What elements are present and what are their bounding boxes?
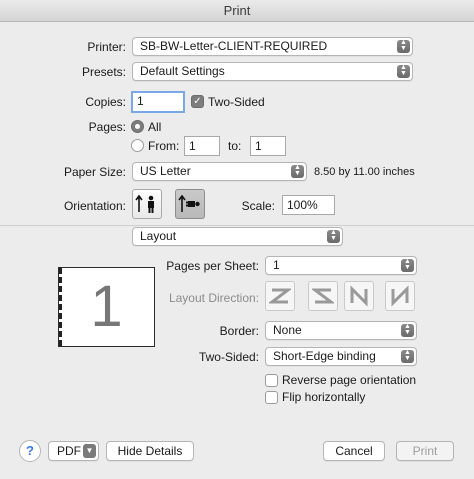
pages-label: Pages: — [88, 120, 126, 134]
presets-value: Default Settings — [140, 64, 225, 78]
popup-arrows-icon: ▲ ▼ — [397, 39, 410, 53]
pages-to-label: to: — [228, 139, 242, 153]
portrait-icon — [135, 194, 154, 213]
landscape-button[interactable] — [175, 189, 205, 219]
pages-per-sheet-label: Pages per Sheet: — [166, 259, 259, 273]
portrait-button[interactable] — [132, 189, 162, 219]
direction-n-button — [344, 281, 374, 311]
flip-horizontally-checkbox[interactable] — [265, 391, 278, 404]
direction-reverse-n-button — [385, 281, 415, 311]
section-select[interactable]: Layout ▲ ▼ — [132, 227, 343, 246]
pages-to-field[interactable]: 1 — [250, 136, 286, 156]
n-direction-icon — [350, 285, 368, 307]
popup-arrows-icon: ▲ ▼ — [401, 323, 414, 337]
reverse-n-direction-icon — [391, 285, 409, 307]
two-sided-value: Short-Edge binding — [273, 349, 376, 363]
border-select[interactable]: None ▲ ▼ — [265, 321, 417, 340]
hide-details-button[interactable]: Hide Details — [106, 441, 194, 461]
border-value: None — [273, 323, 302, 337]
printer-label: Printer: — [87, 40, 126, 54]
two-sided-select[interactable]: Short-Edge binding ▲ ▼ — [265, 347, 417, 366]
paper-size-value: US Letter — [140, 164, 191, 178]
scale-field[interactable]: 100% — [282, 195, 335, 215]
reverse-orientation-checkbox[interactable] — [265, 374, 278, 387]
pages-per-sheet-value: 1 — [273, 258, 280, 272]
two-sided-label: Two-Sided — [208, 95, 265, 109]
pages-per-sheet-select[interactable]: 1 ▲ ▼ — [265, 256, 417, 275]
landscape-icon — [178, 194, 200, 212]
presets-label: Presets: — [81, 65, 126, 79]
pages-from-label: From: — [148, 139, 180, 153]
two-sided-layout-label: Two-Sided: — [198, 350, 259, 364]
orientation-label: Orientation: — [63, 199, 126, 213]
paper-dimensions: 8.50 by 11.00 inches — [314, 166, 415, 178]
border-label: Border: — [219, 324, 259, 338]
pages-all-radio[interactable] — [131, 120, 144, 133]
pages-from-radio[interactable] — [131, 139, 144, 152]
copies-label: Copies: — [85, 95, 126, 109]
section-value: Layout — [140, 229, 177, 243]
pages-from-field[interactable]: 1 — [184, 136, 220, 156]
printer-select[interactable]: SB-BW-Letter-CLIENT-REQUIRED ▲ ▼ — [132, 37, 413, 56]
reverse-z-direction-icon — [312, 288, 334, 304]
printer-value: SB-BW-Letter-CLIENT-REQUIRED — [140, 39, 328, 53]
popup-arrows-icon: ▲ ▼ — [291, 164, 304, 178]
popup-arrows-icon: ▲ ▼ — [401, 258, 414, 272]
help-button[interactable]: ? — [19, 440, 41, 462]
direction-z-button — [265, 281, 295, 311]
pdf-label: PDF — [57, 444, 81, 458]
paper-size-select[interactable]: US Letter ▲ ▼ — [132, 162, 307, 181]
z-direction-icon — [269, 288, 291, 304]
layout-direction-label: Layout Direction: — [168, 291, 259, 305]
reverse-orientation-label: Reverse page orientation — [282, 373, 417, 387]
popup-arrows-icon: ▲ ▼ — [401, 349, 414, 363]
scale-label: Scale: — [241, 199, 275, 213]
pages-all-label: All — [148, 120, 162, 134]
direction-reverse-z-button — [308, 281, 338, 311]
popup-arrows-icon: ▲ ▼ — [397, 64, 410, 78]
presets-select[interactable]: Default Settings ▲ ▼ — [132, 62, 413, 81]
popup-arrows-icon: ▲ ▼ — [327, 229, 340, 243]
two-sided-checkbox[interactable]: ✓ — [191, 95, 204, 108]
window-title: Print — [0, 0, 474, 22]
page-preview: 1 — [58, 267, 155, 347]
cancel-button[interactable]: Cancel — [323, 441, 385, 461]
paper-size-label: Paper Size: — [63, 165, 126, 179]
print-button[interactable]: Print — [396, 441, 454, 461]
copies-field[interactable]: 1 — [131, 91, 185, 113]
chevron-down-icon: ▼ — [83, 444, 96, 458]
preview-page-number: 1 — [90, 274, 123, 339]
section-divider — [0, 225, 474, 226]
flip-horizontally-label: Flip horizontally — [282, 390, 366, 404]
pdf-menu-button[interactable]: PDF ▼ — [48, 441, 99, 461]
